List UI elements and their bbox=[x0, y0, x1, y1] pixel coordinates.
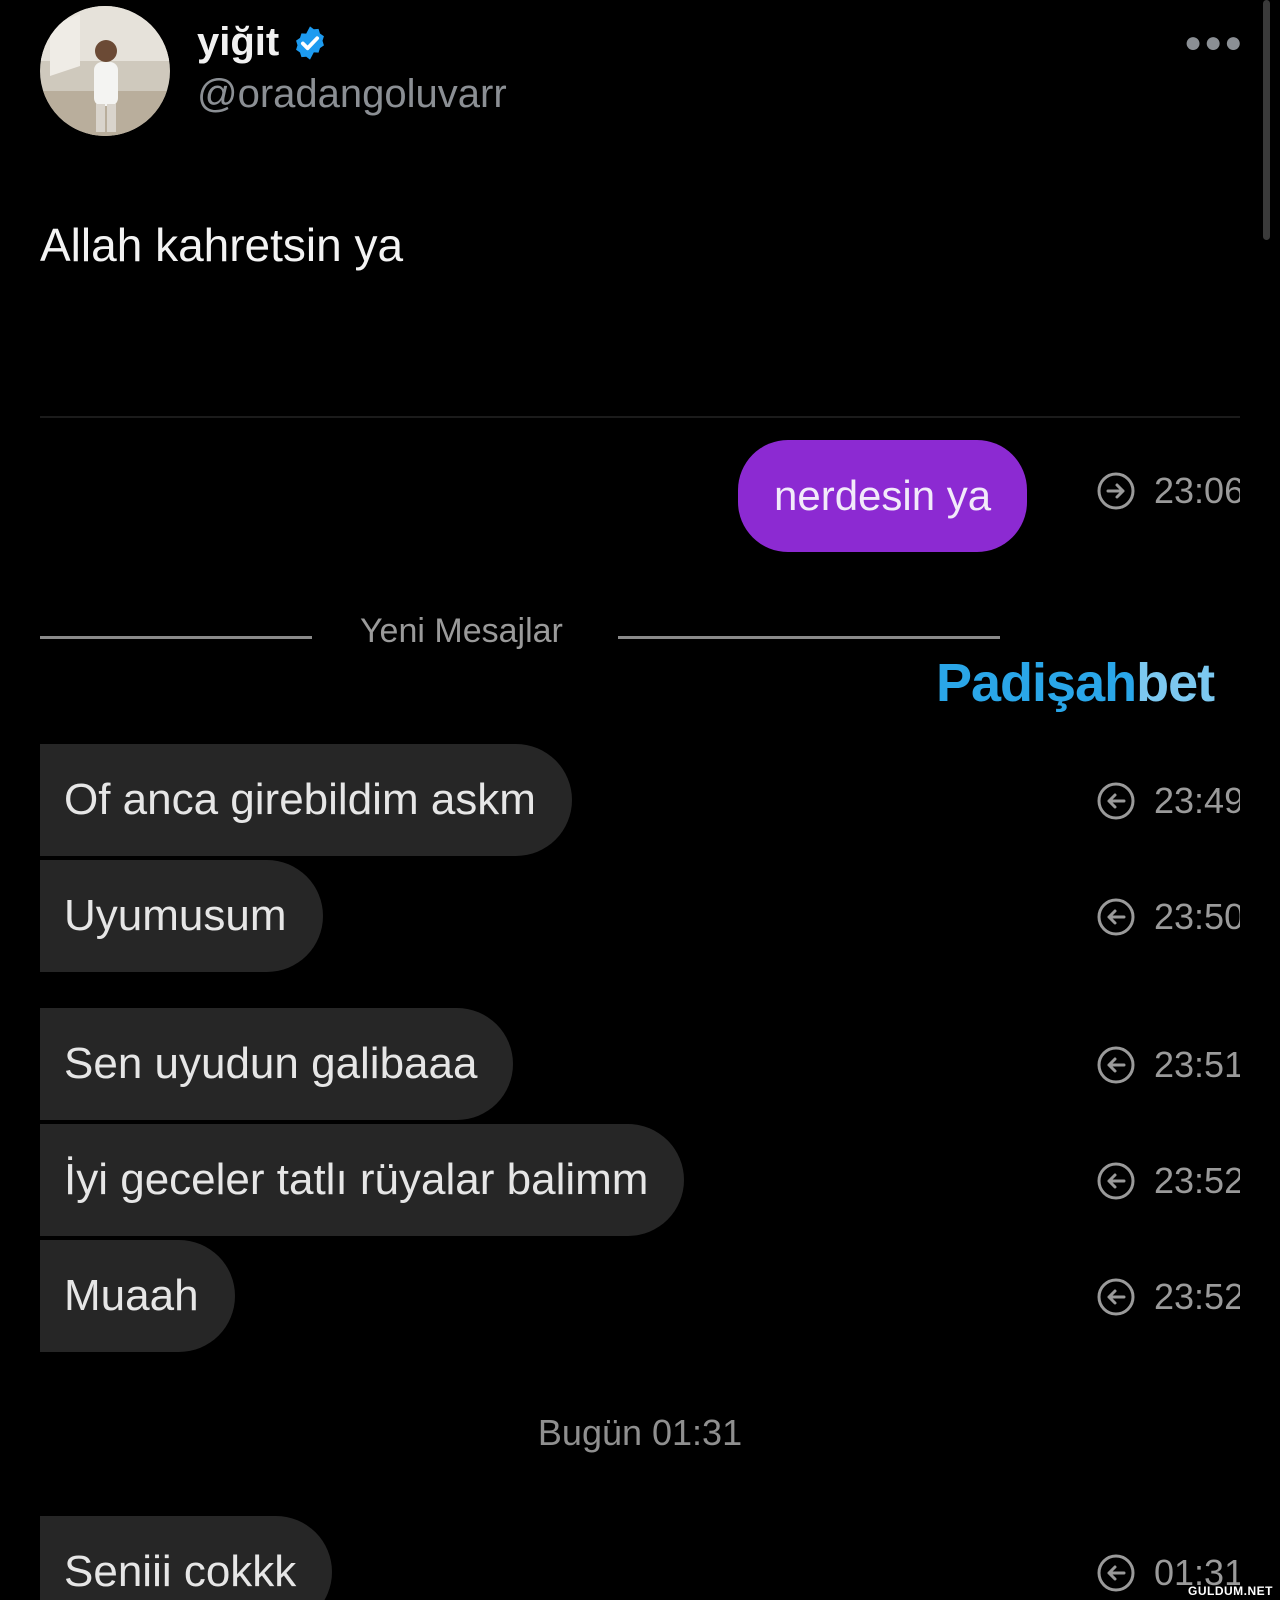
message-time: 23:52 bbox=[1154, 1276, 1240, 1317]
divider-line-left bbox=[40, 636, 312, 639]
message-time: 23:51 bbox=[1154, 1044, 1240, 1085]
message-time: 23:06 bbox=[1154, 470, 1240, 511]
more-horizontal-icon[interactable]: ●●● bbox=[1184, 26, 1244, 60]
message-time: 23:49 bbox=[1154, 780, 1240, 821]
day-separator-label: Bugün 01:31 bbox=[537, 1412, 743, 1453]
message-meta: 23:51 bbox=[1096, 1044, 1240, 1086]
message-time: 23:50 bbox=[1154, 896, 1240, 937]
avatar[interactable] bbox=[40, 6, 170, 136]
divider-line-right bbox=[618, 636, 1000, 639]
new-messages-divider: Yeni Mesajlar bbox=[40, 612, 1000, 662]
display-name[interactable]: yiğit bbox=[197, 20, 279, 65]
incoming-message-bubble: İyi geceler tatlı rüyalar balimm bbox=[40, 1124, 685, 1236]
scrollbar[interactable] bbox=[1263, 0, 1270, 240]
incoming-message-bubble: Muaah bbox=[40, 1240, 235, 1352]
message-meta: 23:50 bbox=[1096, 896, 1240, 938]
incoming-arrow-icon bbox=[1097, 1278, 1135, 1316]
incoming-message-bubble: Sen uyudun galibaaa bbox=[40, 1008, 514, 1120]
outgoing-arrow-icon bbox=[1097, 472, 1135, 510]
incoming-message-bubble: Of anca girebildim askm bbox=[40, 744, 572, 856]
incoming-message-bubble: Seniii cokkk bbox=[40, 1516, 333, 1600]
outgoing-message-bubble: nerdesin ya bbox=[738, 440, 1028, 552]
incoming-arrow-icon bbox=[1097, 1554, 1135, 1592]
incoming-message-bubble: Uyumusum bbox=[40, 860, 323, 972]
user-handle[interactable]: @oradangoluvarr bbox=[197, 72, 507, 117]
divider-label: Yeni Mesajlar bbox=[360, 612, 563, 650]
watermark-accent: bet bbox=[1136, 653, 1215, 713]
incoming-arrow-icon bbox=[1097, 1162, 1135, 1200]
incoming-arrow-icon bbox=[1097, 782, 1135, 820]
tweet-text: Allah kahretsin ya bbox=[40, 219, 404, 271]
watermark-logo: Padişahbet bbox=[936, 652, 1215, 714]
watermark-main: Padişah bbox=[936, 653, 1137, 713]
message-meta: 23:06 bbox=[1096, 470, 1240, 512]
display-name-row[interactable]: yiğit bbox=[197, 20, 329, 65]
site-watermark: GULDUM.NET bbox=[1188, 1584, 1273, 1598]
message-meta: 23:52 bbox=[1096, 1276, 1240, 1318]
incoming-arrow-icon bbox=[1097, 898, 1135, 936]
separator bbox=[40, 416, 1240, 418]
message-time: 23:52 bbox=[1154, 1160, 1240, 1201]
incoming-arrow-icon bbox=[1097, 1046, 1135, 1084]
chat-screenshot: nerdesin ya 23:06 Yeni Mesajlar Padişahb… bbox=[40, 416, 1240, 1600]
message-meta: 23:52 bbox=[1096, 1160, 1240, 1202]
message-meta: 23:49 bbox=[1096, 780, 1240, 822]
verified-badge-icon bbox=[296, 25, 325, 60]
